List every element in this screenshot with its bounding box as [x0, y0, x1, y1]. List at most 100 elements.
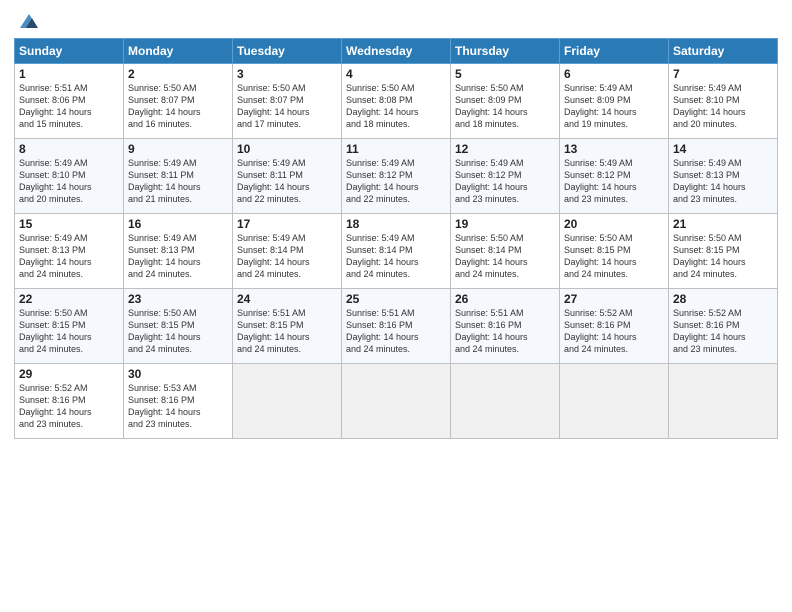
day-info: Sunrise: 5:49 AM Sunset: 8:13 PM Dayligh… [19, 232, 119, 281]
day-info: Sunrise: 5:51 AM Sunset: 8:06 PM Dayligh… [19, 82, 119, 131]
day-info: Sunrise: 5:49 AM Sunset: 8:14 PM Dayligh… [346, 232, 446, 281]
day-info: Sunrise: 5:49 AM Sunset: 8:12 PM Dayligh… [346, 157, 446, 206]
calendar-cell: 3Sunrise: 5:50 AM Sunset: 8:07 PM Daylig… [233, 64, 342, 139]
calendar-cell [669, 364, 778, 439]
day-number: 17 [237, 217, 337, 231]
day-info: Sunrise: 5:52 AM Sunset: 8:16 PM Dayligh… [673, 307, 773, 356]
day-info: Sunrise: 5:50 AM Sunset: 8:15 PM Dayligh… [128, 307, 228, 356]
calendar-header: Sunday Monday Tuesday Wednesday Thursday… [15, 39, 778, 64]
calendar-cell: 8Sunrise: 5:49 AM Sunset: 8:10 PM Daylig… [15, 139, 124, 214]
day-number: 3 [237, 67, 337, 81]
day-number: 13 [564, 142, 664, 156]
day-number: 28 [673, 292, 773, 306]
col-tuesday: Tuesday [233, 39, 342, 64]
day-number: 7 [673, 67, 773, 81]
day-number: 30 [128, 367, 228, 381]
day-number: 29 [19, 367, 119, 381]
col-friday: Friday [560, 39, 669, 64]
day-number: 14 [673, 142, 773, 156]
day-info: Sunrise: 5:49 AM Sunset: 8:11 PM Dayligh… [128, 157, 228, 206]
calendar-cell: 26Sunrise: 5:51 AM Sunset: 8:16 PM Dayli… [451, 289, 560, 364]
calendar-row: 15Sunrise: 5:49 AM Sunset: 8:13 PM Dayli… [15, 214, 778, 289]
col-wednesday: Wednesday [342, 39, 451, 64]
calendar-cell: 29Sunrise: 5:52 AM Sunset: 8:16 PM Dayli… [15, 364, 124, 439]
calendar-body: 1Sunrise: 5:51 AM Sunset: 8:06 PM Daylig… [15, 64, 778, 439]
calendar-cell: 10Sunrise: 5:49 AM Sunset: 8:11 PM Dayli… [233, 139, 342, 214]
day-number: 23 [128, 292, 228, 306]
calendar-cell: 16Sunrise: 5:49 AM Sunset: 8:13 PM Dayli… [124, 214, 233, 289]
calendar-cell: 9Sunrise: 5:49 AM Sunset: 8:11 PM Daylig… [124, 139, 233, 214]
day-number: 26 [455, 292, 555, 306]
day-number: 27 [564, 292, 664, 306]
day-info: Sunrise: 5:49 AM Sunset: 8:11 PM Dayligh… [237, 157, 337, 206]
calendar-cell: 30Sunrise: 5:53 AM Sunset: 8:16 PM Dayli… [124, 364, 233, 439]
col-thursday: Thursday [451, 39, 560, 64]
day-info: Sunrise: 5:50 AM Sunset: 8:09 PM Dayligh… [455, 82, 555, 131]
calendar-cell: 14Sunrise: 5:49 AM Sunset: 8:13 PM Dayli… [669, 139, 778, 214]
calendar-cell: 11Sunrise: 5:49 AM Sunset: 8:12 PM Dayli… [342, 139, 451, 214]
calendar-row: 8Sunrise: 5:49 AM Sunset: 8:10 PM Daylig… [15, 139, 778, 214]
calendar-cell: 17Sunrise: 5:49 AM Sunset: 8:14 PM Dayli… [233, 214, 342, 289]
logo-icon [18, 10, 40, 32]
col-saturday: Saturday [669, 39, 778, 64]
day-number: 9 [128, 142, 228, 156]
day-info: Sunrise: 5:51 AM Sunset: 8:16 PM Dayligh… [346, 307, 446, 356]
day-number: 25 [346, 292, 446, 306]
calendar-cell: 22Sunrise: 5:50 AM Sunset: 8:15 PM Dayli… [15, 289, 124, 364]
day-number: 15 [19, 217, 119, 231]
day-info: Sunrise: 5:50 AM Sunset: 8:07 PM Dayligh… [237, 82, 337, 131]
day-number: 6 [564, 67, 664, 81]
day-info: Sunrise: 5:50 AM Sunset: 8:07 PM Dayligh… [128, 82, 228, 131]
day-info: Sunrise: 5:49 AM Sunset: 8:10 PM Dayligh… [19, 157, 119, 206]
calendar-cell: 24Sunrise: 5:51 AM Sunset: 8:15 PM Dayli… [233, 289, 342, 364]
day-number: 11 [346, 142, 446, 156]
calendar-cell: 23Sunrise: 5:50 AM Sunset: 8:15 PM Dayli… [124, 289, 233, 364]
day-number: 16 [128, 217, 228, 231]
day-number: 24 [237, 292, 337, 306]
calendar-cell: 1Sunrise: 5:51 AM Sunset: 8:06 PM Daylig… [15, 64, 124, 139]
header [14, 10, 778, 32]
col-sunday: Sunday [15, 39, 124, 64]
calendar-row: 22 Sunrise: 5:50 AM Sunset: 8:15 PM Dayli… [15, 289, 778, 364]
calendar-row: 29Sunrise: 5:52 AM Sunset: 8:16 PM Dayli… [15, 364, 778, 439]
day-info: Sunrise: 5:51 AM Sunset: 8:15 PM Dayligh… [237, 307, 337, 356]
day-info: Sunrise: 5:49 AM Sunset: 8:13 PM Dayligh… [128, 232, 228, 281]
calendar-cell: 13Sunrise: 5:49 AM Sunset: 8:12 PM Dayli… [560, 139, 669, 214]
calendar-cell: 12Sunrise: 5:49 AM Sunset: 8:12 PM Dayli… [451, 139, 560, 214]
day-info: Sunrise: 5:51 AM Sunset: 8:16 PM Dayligh… [455, 307, 555, 356]
day-number: 20 [564, 217, 664, 231]
day-number: 10 [237, 142, 337, 156]
calendar-cell [233, 364, 342, 439]
day-number: 4 [346, 67, 446, 81]
day-number: 19 [455, 217, 555, 231]
day-number: 12 [455, 142, 555, 156]
day-info: Sunrise: 5:53 AM Sunset: 8:16 PM Dayligh… [128, 382, 228, 431]
calendar-cell: 28Sunrise: 5:52 AM Sunset: 8:16 PM Dayli… [669, 289, 778, 364]
day-info: Sunrise: 5:49 AM Sunset: 8:14 PM Dayligh… [237, 232, 337, 281]
day-number: 2 [128, 67, 228, 81]
calendar: Sunday Monday Tuesday Wednesday Thursday… [14, 38, 778, 439]
calendar-cell [451, 364, 560, 439]
day-info: Sunrise: 5:52 AM Sunset: 8:16 PM Dayligh… [19, 382, 119, 431]
day-info: Sunrise: 5:50 AM Sunset: 8:15 PM Dayligh… [673, 232, 773, 281]
day-number: 8 [19, 142, 119, 156]
day-info: Sunrise: 5:49 AM Sunset: 8:09 PM Dayligh… [564, 82, 664, 131]
calendar-cell: 7Sunrise: 5:49 AM Sunset: 8:10 PM Daylig… [669, 64, 778, 139]
day-info: Sunrise: 5:49 AM Sunset: 8:12 PM Dayligh… [564, 157, 664, 206]
calendar-cell: 27Sunrise: 5:52 AM Sunset: 8:16 PM Dayli… [560, 289, 669, 364]
day-number: 22 [19, 292, 119, 306]
calendar-cell [342, 364, 451, 439]
calendar-cell: 19Sunrise: 5:50 AM Sunset: 8:14 PM Dayli… [451, 214, 560, 289]
day-info: Sunrise: 5:49 AM Sunset: 8:10 PM Dayligh… [673, 82, 773, 131]
page: Sunday Monday Tuesday Wednesday Thursday… [0, 0, 792, 612]
calendar-cell: 6Sunrise: 5:49 AM Sunset: 8:09 PM Daylig… [560, 64, 669, 139]
calendar-cell: 2Sunrise: 5:50 AM Sunset: 8:07 PM Daylig… [124, 64, 233, 139]
calendar-cell [560, 364, 669, 439]
calendar-row: 1Sunrise: 5:51 AM Sunset: 8:06 PM Daylig… [15, 64, 778, 139]
calendar-cell: 21Sunrise: 5:50 AM Sunset: 8:15 PM Dayli… [669, 214, 778, 289]
calendar-cell: 25Sunrise: 5:51 AM Sunset: 8:16 PM Dayli… [342, 289, 451, 364]
calendar-cell: 15Sunrise: 5:49 AM Sunset: 8:13 PM Dayli… [15, 214, 124, 289]
col-monday: Monday [124, 39, 233, 64]
calendar-cell: 20Sunrise: 5:50 AM Sunset: 8:15 PM Dayli… [560, 214, 669, 289]
day-number: 5 [455, 67, 555, 81]
